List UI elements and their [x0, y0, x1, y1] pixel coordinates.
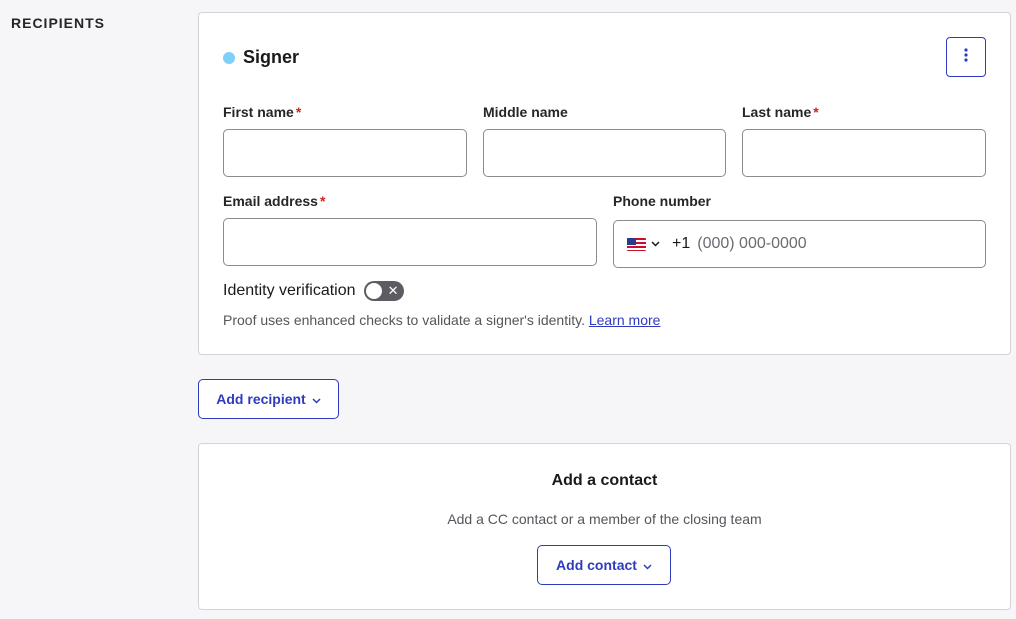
- identity-verification-helper: Proof uses enhanced checks to validate a…: [223, 312, 660, 328]
- required-asterisk: *: [319, 193, 326, 209]
- helper-text: Proof uses enhanced checks to validate a…: [223, 312, 585, 328]
- add-recipient-label: Add recipient: [216, 391, 306, 407]
- middle-name-input[interactable]: [483, 129, 726, 177]
- identity-verification-toggle[interactable]: ✕: [363, 281, 404, 301]
- chevron-down-icon[interactable]: [651, 241, 660, 247]
- first-name-label: First name: [223, 104, 294, 120]
- signer-status-dot: [223, 51, 235, 64]
- identity-verification-row: Identity verification ✕: [223, 281, 404, 301]
- chevron-down-icon: [643, 557, 652, 573]
- first-name-field: First name *: [223, 103, 467, 177]
- more-options-button[interactable]: [946, 37, 986, 77]
- last-name-label: Last name: [742, 104, 812, 120]
- signer-title: Signer: [243, 47, 300, 67]
- phone-input[interactable]: +1 (000) 000-0000: [613, 220, 986, 268]
- toggle-knob: [365, 283, 382, 299]
- contact-card: Add a contact Add a CC contact or a memb…: [198, 443, 1011, 610]
- learn-more-link[interactable]: Learn more: [589, 312, 661, 328]
- section-label: RECIPIENTS: [11, 15, 106, 31]
- add-contact-button[interactable]: Add contact: [537, 545, 671, 585]
- add-contact-label: Add contact: [556, 557, 637, 573]
- chevron-down-icon: [312, 391, 321, 407]
- kebab-vertical-icon: [964, 47, 968, 67]
- email-label: Email address: [223, 193, 318, 209]
- close-icon: ✕: [387, 283, 399, 298]
- phone-label: Phone number: [613, 193, 712, 209]
- identity-verification-label: Identity verification: [223, 282, 356, 299]
- add-recipient-button[interactable]: Add recipient: [198, 379, 339, 419]
- signer-header: Signer: [223, 47, 299, 68]
- contact-subtitle: Add a CC contact or a member of the clos…: [447, 511, 762, 527]
- phone-field: Phone number +1 (000) 000-0000: [613, 192, 986, 268]
- email-field: Email address *: [223, 192, 597, 266]
- page: RECIPIENTS Signer First name * Middle na…: [0, 0, 1016, 619]
- email-input[interactable]: [223, 218, 597, 266]
- last-name-field: Last name *: [742, 103, 986, 177]
- middle-name-label: Middle name: [483, 104, 568, 120]
- middle-name-field: Middle name: [483, 103, 726, 177]
- country-code: +1: [672, 235, 691, 252]
- us-flag-icon[interactable]: [627, 237, 646, 251]
- first-name-input[interactable]: [223, 129, 467, 177]
- phone-placeholder: (000) 000-0000: [697, 235, 807, 252]
- required-asterisk: *: [813, 104, 819, 120]
- contact-title: Add a contact: [551, 472, 658, 489]
- last-name-input[interactable]: [742, 129, 986, 177]
- signer-card: Signer First name * Middle name Last nam…: [198, 12, 1011, 355]
- required-asterisk: *: [295, 104, 302, 120]
